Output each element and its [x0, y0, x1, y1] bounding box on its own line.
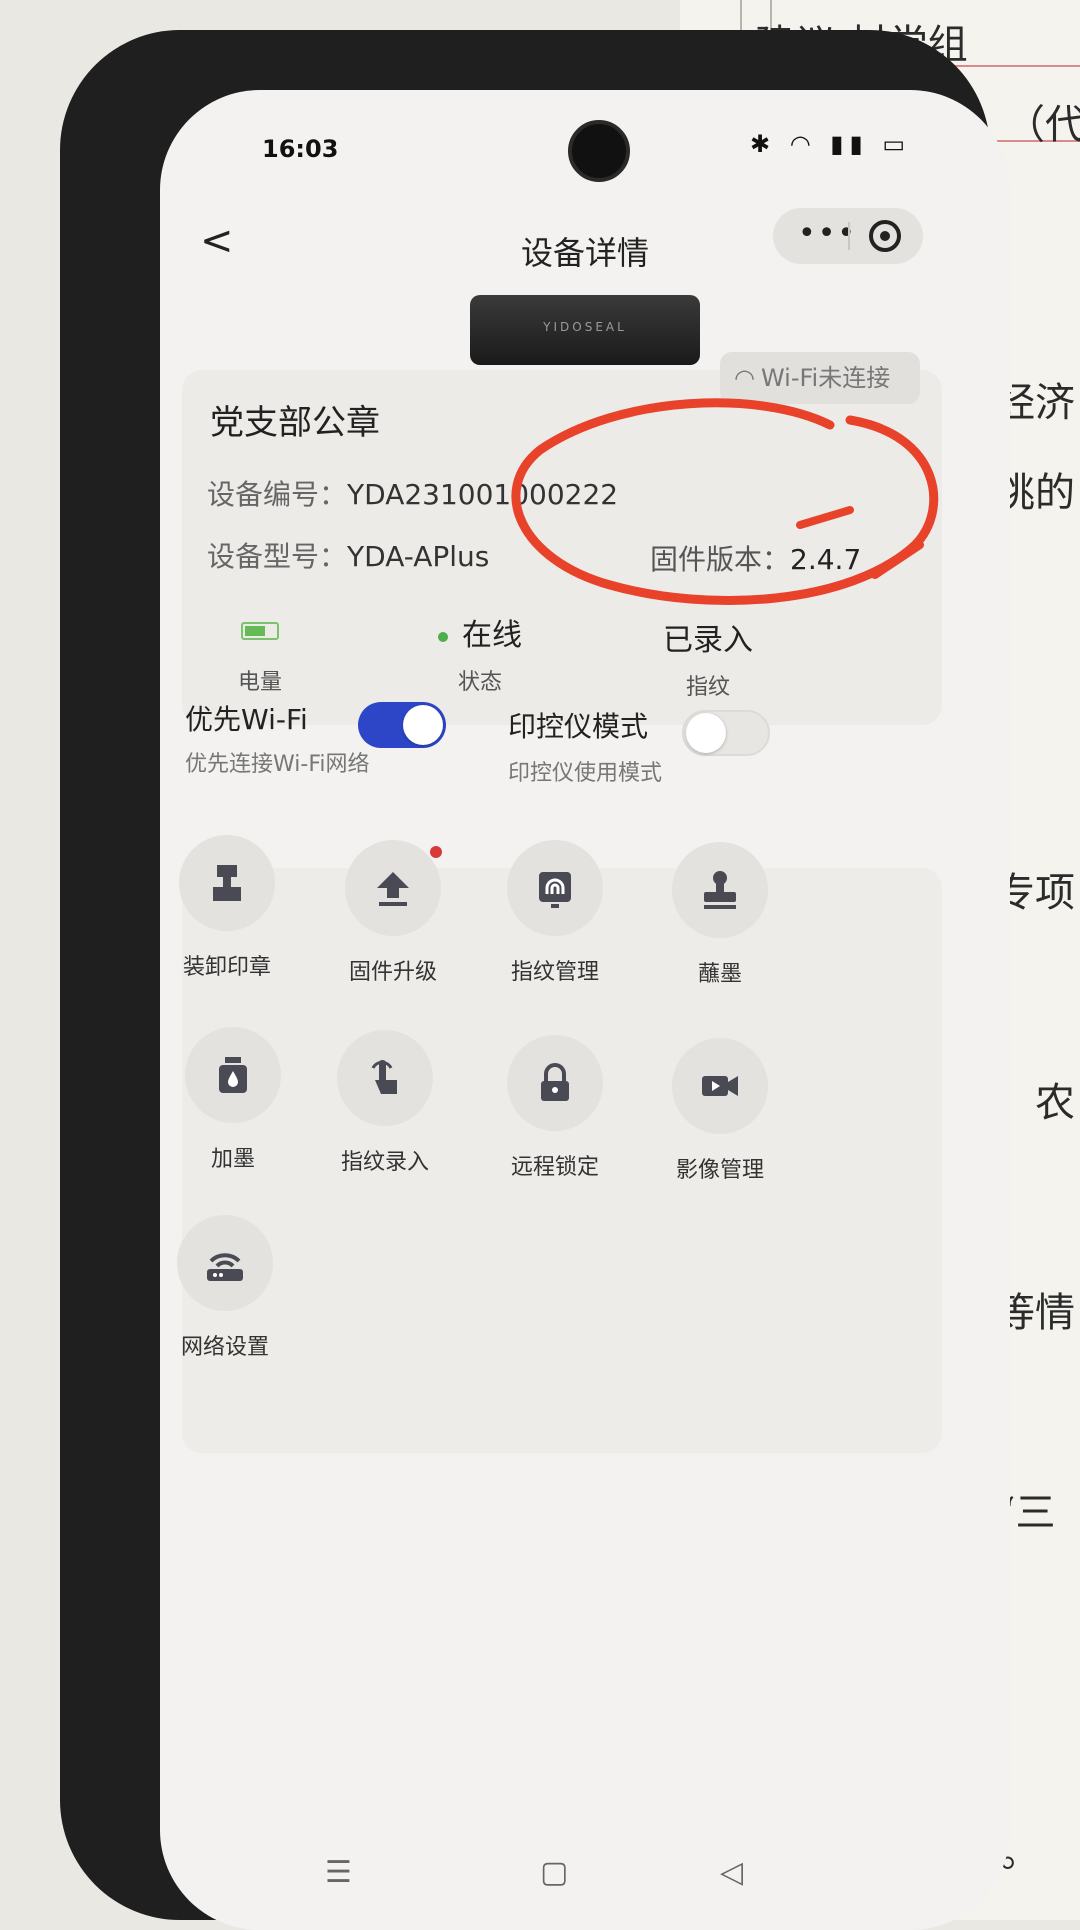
- paper-text: （代: [1005, 102, 1080, 148]
- phone-screen: 16:03 ✱ ◠ ▮▮ ▭ < 设备详情 ••• YIDOSEAL ◠ Wi-F…: [160, 90, 1010, 1930]
- printer-mode-switch[interactable]: [682, 710, 770, 756]
- wifi-icon: ◠: [734, 364, 755, 392]
- wifi-priority-title: 优先Wi-Fi: [185, 703, 308, 736]
- tile-label: 影像管理: [675, 1158, 764, 1183]
- tile-label: 远程锁定: [510, 1155, 599, 1180]
- miniprogram-capsule: •••: [773, 208, 923, 264]
- device-image: YIDOSEAL: [470, 295, 700, 365]
- tile-firmware-upgrade[interactable]: 固件升级: [308, 840, 478, 986]
- online-dot-icon: [438, 631, 448, 642]
- wifi-priority-switch[interactable]: [358, 702, 446, 748]
- tile-fingerprint-manage[interactable]: 指纹管理: [470, 840, 640, 986]
- switch-knob: [403, 705, 443, 745]
- printer-mode-subtitle: 印控仪使用模式: [508, 761, 663, 786]
- status-icons: ✱ ◠ ▮▮ ▭: [750, 130, 912, 158]
- fingerprint-stat: 已录入 指纹: [628, 615, 788, 701]
- tile-ink-dip[interactable]: 蘸墨: [635, 842, 805, 988]
- menu-icon[interactable]: ☰: [325, 1855, 352, 1890]
- router-icon: [207, 1253, 243, 1281]
- front-camera: [568, 120, 630, 182]
- fingerprint-value: 已录入: [663, 623, 753, 658]
- system-nav-bar: ☰ ▢ ◁: [160, 1835, 1010, 1915]
- printer-mode-title: 印控仪模式: [508, 710, 649, 743]
- tile-network-settings[interactable]: 网络设置: [160, 1215, 310, 1361]
- close-target-icon[interactable]: [869, 220, 901, 252]
- home-icon[interactable]: ▢: [540, 1855, 568, 1890]
- upload-icon: [377, 872, 409, 906]
- battery-stat: 电量: [180, 610, 340, 696]
- tile-label: 加墨: [210, 1147, 255, 1172]
- battery-icon: [241, 622, 279, 640]
- tile-label: 指纹管理: [510, 960, 599, 985]
- tile-label: 指纹录入: [340, 1150, 429, 1175]
- fingerprint-label: 指纹: [685, 675, 730, 700]
- wifi-priority-subtitle: 优先连接Wi-Fi网络: [185, 752, 370, 777]
- lock-icon: [541, 1063, 569, 1101]
- wifi-status-text: Wi-Fi未连接: [760, 364, 891, 392]
- tile-label: 装卸印章: [182, 955, 271, 980]
- model-label: 设备型号：: [207, 540, 348, 573]
- status-stat: 在线 状态: [400, 610, 560, 696]
- tile-fingerprint-enroll[interactable]: 指纹录入: [300, 1030, 470, 1176]
- status-label: 状态: [457, 670, 502, 695]
- tile-video-manage[interactable]: 影像管理: [635, 1038, 805, 1184]
- tile-remote-lock[interactable]: 远程锁定: [470, 1035, 640, 1181]
- update-badge: [430, 846, 442, 858]
- status-bar: 16:03 ✱ ◠ ▮▮ ▭: [160, 90, 1010, 190]
- device-logo: YIDOSEAL: [543, 320, 627, 334]
- tile-add-ink[interactable]: 加墨: [160, 1027, 318, 1173]
- fingerprint-icon: [539, 872, 571, 908]
- video-icon: [702, 1076, 738, 1096]
- hand-drawn-highlight: [511, 398, 939, 605]
- switch-knob: [686, 713, 726, 753]
- capsule-divider: [848, 222, 850, 250]
- tile-label: 蘸墨: [697, 962, 742, 987]
- model-value: YDA-APlus: [347, 540, 490, 573]
- phone-body: 16:03 ✱ ◠ ▮▮ ▭ < 设备详情 ••• YIDOSEAL ◠ Wi-F…: [60, 30, 1010, 1930]
- battery-label: 电量: [237, 670, 282, 695]
- status-time: 16:03: [262, 135, 339, 163]
- model-row: 设备型号：YDA-APlus: [207, 535, 489, 575]
- tile-seal-mount[interactable]: 装卸印章: [160, 835, 312, 981]
- status-value: 在线: [462, 618, 522, 653]
- ink-drop-icon: [219, 1057, 247, 1093]
- serial-label: 设备编号：: [207, 478, 348, 511]
- seal-mount-icon: [213, 865, 241, 901]
- tile-label: 网络设置: [180, 1335, 269, 1360]
- back-nav-icon[interactable]: ◁: [720, 1855, 743, 1890]
- device-name: 党支部公章: [210, 403, 380, 443]
- tile-label: 固件升级: [348, 960, 437, 985]
- finger-press-icon: [371, 1060, 397, 1094]
- stamp-icon: [704, 871, 736, 909]
